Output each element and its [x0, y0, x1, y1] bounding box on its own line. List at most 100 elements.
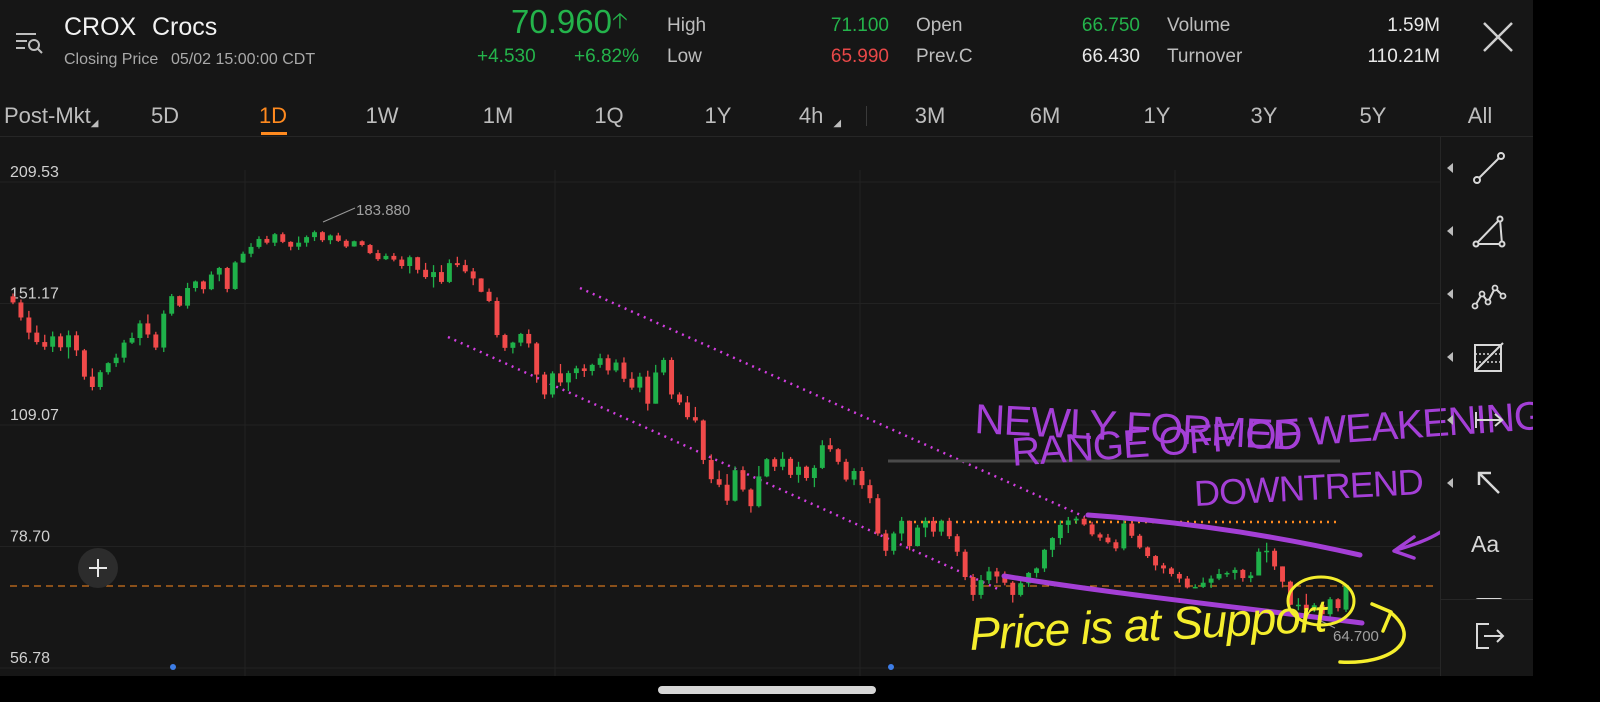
- tab-5d[interactable]: 5D: [140, 98, 190, 134]
- candle: [454, 256, 460, 268]
- candle: [1264, 542, 1270, 563]
- candle-body: [10, 296, 16, 303]
- candle: [518, 332, 524, 347]
- stat-value-high: 71.100: [830, 15, 889, 36]
- candle: [962, 549, 968, 581]
- candle-body: [232, 262, 238, 289]
- candle-body: [788, 458, 794, 475]
- wave-pattern-tool[interactable]: [1441, 263, 1533, 325]
- candle: [399, 256, 405, 269]
- arrow-tool[interactable]: [1441, 452, 1533, 514]
- close-button[interactable]: [1480, 19, 1516, 55]
- candle: [216, 266, 222, 282]
- candle: [1049, 537, 1055, 558]
- candle-body: [700, 420, 706, 460]
- candle-body: [851, 470, 857, 480]
- candle: [1168, 566, 1174, 577]
- candle: [319, 231, 325, 243]
- tab-1q[interactable]: 1Q: [584, 98, 634, 134]
- candle-body: [684, 402, 690, 418]
- candle-body: [359, 241, 365, 246]
- close-icon: [1483, 22, 1513, 52]
- event-marker-dot[interactable]: [888, 664, 894, 670]
- candle-body: [542, 374, 548, 395]
- candle: [169, 293, 175, 316]
- tab-post-mkt[interactable]: Post-Mkt◢: [4, 98, 114, 134]
- candle-body: [740, 470, 746, 490]
- crosshair-add-button[interactable]: [78, 548, 118, 588]
- candle-body: [153, 334, 159, 348]
- candle-body: [669, 359, 675, 395]
- candle: [439, 265, 444, 284]
- candle: [145, 314, 151, 338]
- candle-body: [74, 335, 79, 351]
- candle-body: [50, 336, 56, 347]
- text-tool[interactable]: Aa: [1441, 515, 1533, 577]
- candle: [550, 371, 556, 398]
- tab-3m[interactable]: 3M: [905, 98, 955, 134]
- candle: [208, 271, 214, 291]
- candle: [1089, 521, 1095, 537]
- candle-body: [1256, 551, 1262, 576]
- y-axis-label: 209.53: [10, 164, 59, 181]
- candle-body: [645, 376, 651, 404]
- candle-body: [962, 551, 968, 578]
- candle-body: [1224, 572, 1230, 575]
- candle: [819, 440, 825, 470]
- dropdown-caret-icon: ◢: [833, 118, 842, 129]
- candle: [994, 567, 1000, 584]
- exit-icon: [1476, 623, 1505, 649]
- candle-body: [589, 364, 595, 372]
- text-icon: Aa: [1471, 531, 1500, 557]
- candle-body: [891, 533, 897, 551]
- candle-body: [1192, 586, 1198, 589]
- candle-body: [185, 288, 191, 306]
- tab-5y[interactable]: 5Y: [1348, 98, 1398, 134]
- candle-body: [867, 485, 873, 499]
- candle: [193, 280, 198, 292]
- candle: [272, 233, 278, 247]
- horizontal-ray-tool[interactable]: [1441, 389, 1533, 451]
- tab-4h[interactable]: 4h ◢: [790, 98, 850, 134]
- list-search-icon: [16, 33, 43, 54]
- tab-1y[interactable]: 1Y: [1132, 98, 1182, 134]
- candle-body: [994, 571, 1000, 577]
- candle: [915, 524, 920, 547]
- tab-1w[interactable]: 1W: [357, 98, 407, 134]
- candle-body: [58, 336, 64, 348]
- candle: [851, 468, 857, 486]
- arrow-icon: [1477, 471, 1500, 494]
- candle-body: [335, 235, 341, 241]
- candle: [597, 353, 603, 368]
- candle: [129, 332, 135, 344]
- tab-1d[interactable]: 1D: [248, 98, 298, 134]
- tab-3y[interactable]: 3Y: [1239, 98, 1289, 134]
- tab-1m[interactable]: 1M: [473, 98, 523, 134]
- stat-label-low: Low: [667, 46, 702, 67]
- candle-body: [383, 255, 389, 260]
- tab-6m[interactable]: 6M: [1020, 98, 1070, 134]
- tab-all[interactable]: All: [1455, 98, 1505, 134]
- menu-button[interactable]: [14, 28, 44, 56]
- home-indicator[interactable]: [658, 686, 876, 694]
- candle-body: [129, 337, 135, 343]
- triangle-tool[interactable]: [1441, 200, 1533, 262]
- fibonacci-tool[interactable]: [1441, 326, 1533, 388]
- candle-body: [1176, 573, 1182, 579]
- system-bottom-bar: [0, 676, 1600, 702]
- tab-1y-short[interactable]: 1Y: [693, 98, 743, 134]
- stat-value-prevc: 66.430: [1081, 46, 1140, 67]
- candle-body: [1057, 524, 1063, 539]
- candle: [978, 574, 984, 599]
- fib-grid-icon: [1474, 342, 1504, 372]
- candlestick-chart[interactable]: 209.53 151.17 109.07 78.70 56.78 183.880 64.…: [0, 137, 1533, 676]
- event-marker-dot[interactable]: [170, 664, 176, 670]
- candle: [423, 262, 429, 279]
- exit-drawing-tool[interactable]: [1441, 599, 1533, 676]
- candle: [296, 236, 302, 250]
- candle-body: [780, 458, 786, 467]
- candle-body: [1184, 578, 1190, 588]
- candle: [58, 333, 64, 351]
- expand-caret-icon: [1447, 226, 1453, 236]
- trend-line-tool[interactable]: [1441, 137, 1533, 199]
